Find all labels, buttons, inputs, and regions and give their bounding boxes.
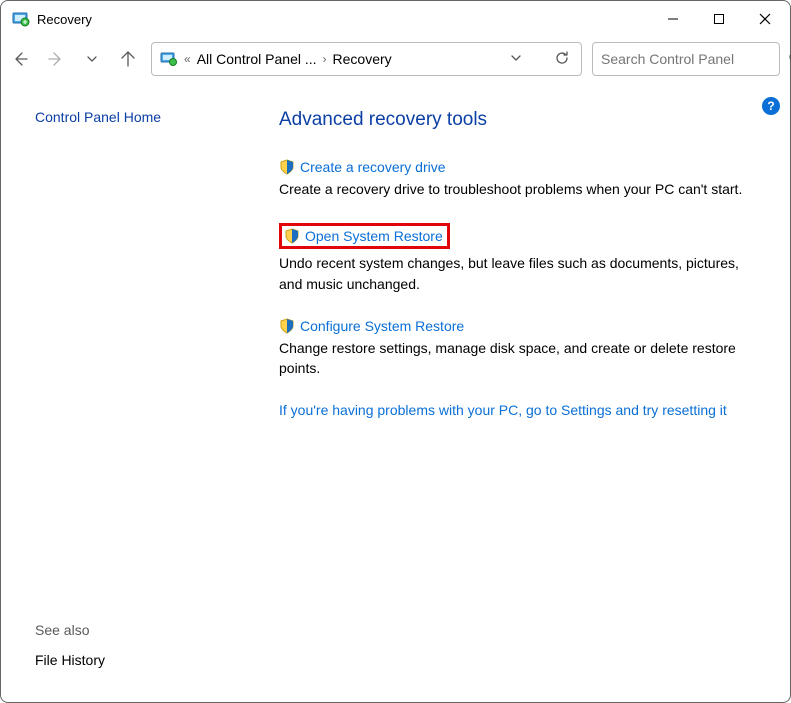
breadcrumb-all-control-panel[interactable]: All Control Panel ...	[197, 51, 317, 67]
tool-create-recovery-drive: Create a recovery drive Create a recover…	[279, 159, 770, 199]
shield-icon	[279, 159, 295, 175]
nav-arrows	[11, 50, 151, 68]
desc-open-system-restore: Undo recent system changes, but leave fi…	[279, 253, 759, 294]
window-controls	[650, 1, 788, 37]
up-button[interactable]	[119, 50, 137, 68]
address-dropdown-button[interactable]	[505, 51, 527, 67]
minimize-button[interactable]	[650, 1, 696, 37]
control-panel-small-icon	[160, 51, 178, 67]
page-title: Advanced recovery tools	[279, 109, 770, 131]
maximize-button[interactable]	[696, 1, 742, 37]
help-icon[interactable]: ?	[762, 97, 780, 115]
highlight-open-system-restore: Open System Restore	[279, 223, 450, 249]
tool-configure-system-restore: Configure System Restore Change restore …	[279, 318, 770, 379]
chevron-right-icon: ›	[323, 52, 327, 66]
history-dropdown-button[interactable]	[83, 50, 101, 68]
titlebar: Recovery	[1, 1, 790, 37]
desc-configure-system-restore: Change restore settings, manage disk spa…	[279, 338, 759, 379]
link-reset-pc-settings[interactable]: If you're having problems with your PC, …	[279, 402, 727, 418]
breadcrumb-recovery[interactable]: Recovery	[333, 51, 392, 67]
search-box[interactable]	[592, 42, 780, 76]
link-create-recovery-drive[interactable]: Create a recovery drive	[300, 159, 446, 175]
forward-button[interactable]	[47, 50, 65, 68]
tool-open-system-restore: Open System Restore Undo recent system c…	[279, 223, 770, 294]
control-panel-icon	[11, 9, 31, 29]
window-title: Recovery	[37, 12, 650, 27]
sidebar: Control Panel Home See also File History	[1, 81, 249, 702]
main-panel: Advanced recovery tools Create a recover…	[249, 81, 790, 702]
address-bar[interactable]: « All Control Panel ... › Recovery	[151, 42, 582, 76]
sidebar-link-control-panel-home[interactable]: Control Panel Home	[35, 109, 249, 125]
link-open-system-restore[interactable]: Open System Restore	[305, 228, 443, 244]
see-also-label: See also	[35, 622, 249, 638]
close-button[interactable]	[742, 1, 788, 37]
navigation-row: « All Control Panel ... › Recovery	[1, 37, 790, 81]
sidebar-link-file-history[interactable]: File History	[35, 652, 249, 668]
chevron-left-icon: «	[184, 52, 191, 66]
shield-icon	[279, 318, 295, 334]
search-input[interactable]	[601, 51, 782, 67]
back-button[interactable]	[11, 50, 29, 68]
refresh-button[interactable]	[551, 50, 573, 69]
shield-icon	[284, 228, 300, 244]
reset-pc-link-row: If you're having problems with your PC, …	[279, 402, 770, 418]
link-configure-system-restore[interactable]: Configure System Restore	[300, 318, 464, 334]
content-area: ? Control Panel Home See also File Histo…	[1, 81, 790, 702]
desc-create-recovery-drive: Create a recovery drive to troubleshoot …	[279, 179, 759, 199]
window: Recovery	[0, 0, 791, 703]
